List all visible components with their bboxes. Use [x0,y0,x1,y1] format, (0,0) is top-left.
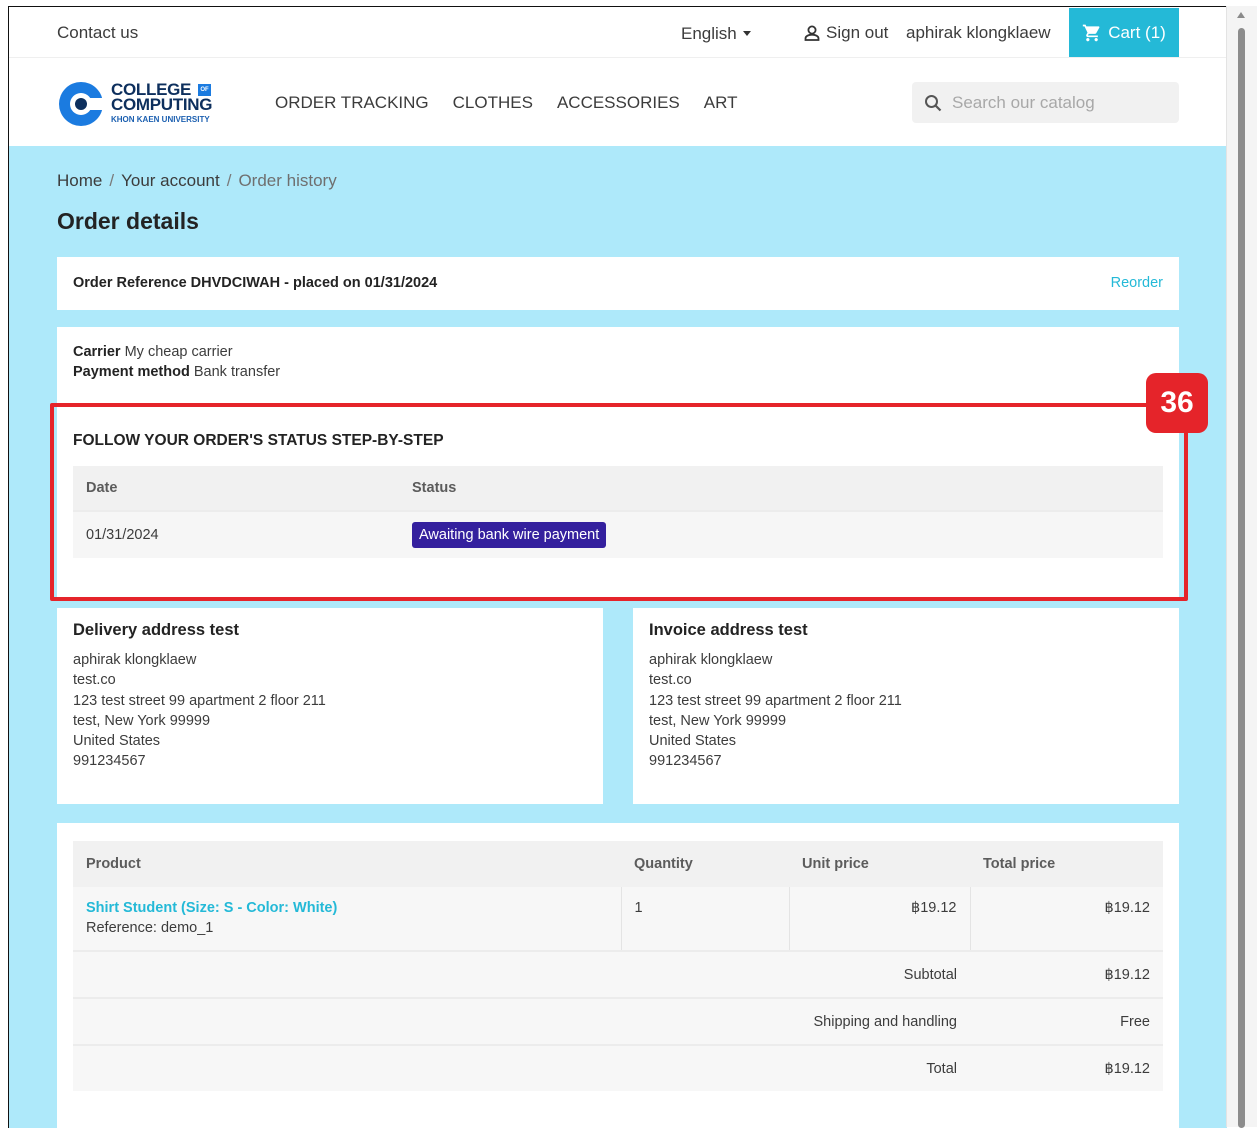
annotation-number-badge: 36 [1146,373,1208,433]
carrier-line: Carrier My cheap carrier [73,344,233,360]
main-content: Home / Your account / Order history Order de… [9,146,1227,1128]
contact-us-link[interactable]: Contact us [57,23,138,43]
order-reference-box: Order Reference DHVDCIWAH - placed on 01… [57,257,1179,310]
cart-icon [1083,24,1100,41]
address-line: United States [649,733,737,750]
products-table: Product Quantity Unit price Total price … [73,841,1163,1091]
scroll-up-arrow-icon[interactable] [1237,12,1245,18]
address-line: 123 test street 99 apartment 2 floor 211 [649,692,902,709]
shipping-value: Free [970,997,1163,1045]
payment-method-value: Bank transfer [193,364,281,380]
product-total-price: ฿19.12 [970,887,1163,951]
site-header: COLLEGE OF COMPUTING KHON KAEN UNIVERSIT… [9,58,1227,146]
payment-method-label: Payment method [73,364,190,380]
product-reference: Reference: demo_1 [86,920,214,936]
breadcrumb-separator: / [109,171,115,190]
product-link[interactable]: Shirt Student (Size: S - Color: White) [86,900,608,916]
order-reference-text: Order Reference DHVDCIWAH - placed on 01… [73,275,438,291]
logo-text-university: KHON KAEN UNIVERSITY [111,115,210,124]
carrier-value: My cheap carrier [124,344,233,360]
product-quantity: 1 [621,887,790,951]
col-product: Product [73,841,621,887]
subtotal-row: Subtotal ฿19.12 [73,950,1163,998]
shipping-label: Shipping and handling [73,997,970,1045]
site-logo[interactable]: COLLEGE OF COMPUTING KHON KAEN UNIVERSIT… [57,80,227,128]
breadcrumb-order-history[interactable]: Order history [238,171,336,190]
product-cell: Shirt Student (Size: S - Color: White) R… [73,887,622,951]
address-line: aphirak klongklaew [73,652,197,668]
breadcrumb-home[interactable]: Home [57,171,102,190]
col-unit-price: Unit price [789,841,970,887]
search-icon[interactable] [924,94,942,112]
nav-accessories[interactable]: ACCESSORIES [557,93,680,113]
scrollbar-thumb[interactable] [1238,28,1245,1128]
product-row: Shirt Student (Size: S - Color: White) R… [73,887,1163,951]
carrier-label: Carrier [73,344,121,360]
cart-label: Cart (1) [1108,22,1166,42]
top-bar: Contact us English Sign out aphirak klon… [9,7,1227,58]
total-row: Total ฿19.12 [73,1044,1163,1091]
nav-clothes[interactable]: CLOTHES [453,93,533,113]
sign-out-label: Sign out [826,23,889,42]
subtotal-label: Subtotal [73,950,970,998]
breadcrumb-your-account[interactable]: Your account [121,171,220,190]
delivery-address-title: Delivery address test [73,621,240,639]
reorder-link[interactable]: Reorder [1111,275,1163,291]
search-input[interactable] [950,91,1164,114]
page-title: Order details [57,208,199,234]
delivery-address-box: Delivery address test aphirak klongklaew… [57,608,603,804]
invoice-address-title: Invoice address test [649,621,808,639]
language-label: English [681,24,737,43]
vertical-scrollbar[interactable] [1226,6,1257,1128]
total-label: Total [73,1044,970,1091]
invoice-address-lines: aphirak klongklaew test.co 123 test stre… [649,650,902,772]
browser-viewport: Contact us English Sign out aphirak klon… [8,6,1227,1128]
sign-out-link[interactable]: Sign out [803,23,888,43]
address-line: aphirak klongklaew [649,652,773,668]
caret-down-icon [742,31,751,36]
main-nav: ORDER TRACKING CLOTHES ACCESSORIES ART [275,93,737,113]
user-icon [804,25,820,41]
invoice-address-box: Invoice address test aphirak klongklaew … [633,608,1179,804]
subtotal-value: ฿19.12 [970,950,1163,998]
payment-method-line: Payment method Bank transfer [73,364,280,380]
address-line: 991234567 [649,753,722,770]
breadcrumb-separator: / [226,171,232,190]
address-line: test.co [73,672,116,689]
address-line: United States [73,733,161,750]
logo-mark-icon [59,82,105,126]
address-line: test, New York 99999 [73,712,211,729]
account-username-link[interactable]: aphirak klongklaew [906,23,1051,43]
products-table-header: Product Quantity Unit price Total price [73,841,1163,887]
total-value: ฿19.12 [970,1044,1163,1091]
product-unit-price: ฿19.12 [789,887,971,951]
breadcrumb: Home / Your account / Order history [57,171,337,191]
delivery-address-lines: aphirak klongklaew test.co 123 test stre… [73,650,326,772]
col-quantity: Quantity [621,841,789,887]
address-line: test.co [649,672,692,689]
nav-art[interactable]: ART [704,93,738,113]
logo-text-computing: COMPUTING [111,95,213,114]
col-total-price: Total price [970,841,1163,887]
search-box [912,82,1179,123]
annotation-highlight-box [50,403,1188,601]
nav-order-tracking[interactable]: ORDER TRACKING [275,93,429,113]
shipping-row: Shipping and handling Free [73,997,1163,1045]
address-line: 123 test street 99 apartment 2 floor 211 [73,692,326,709]
language-selector[interactable]: English [681,24,751,44]
address-line: 991234567 [73,753,146,770]
address-line: test, New York 99999 [649,712,787,729]
cart-button[interactable]: Cart (1) [1069,8,1179,57]
products-box: Product Quantity Unit price Total price … [57,823,1179,1128]
